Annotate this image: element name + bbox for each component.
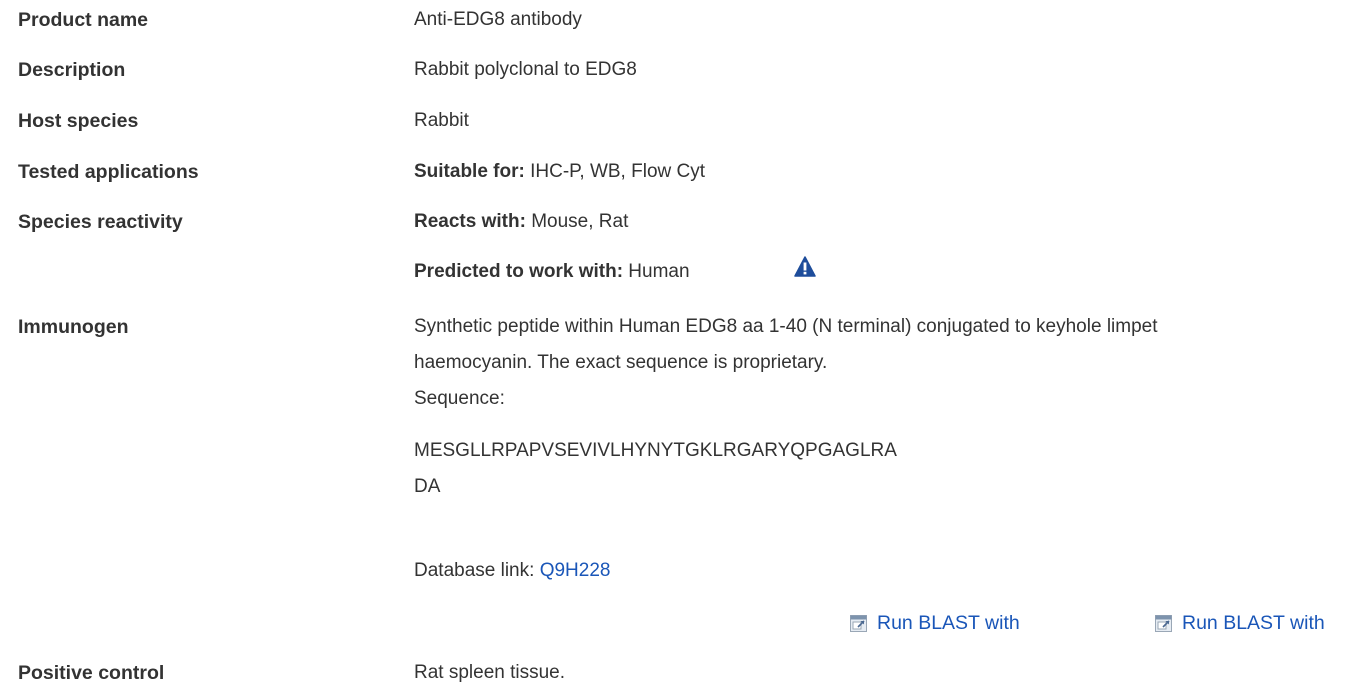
reacts-with-value: Reacts with: Mouse, Rat [414,211,628,233]
external-link-icon [850,614,867,632]
tested-applications-value: Suitable for: IHC-P, WB, Flow Cyt [414,161,705,183]
reacts-with-prefix: Reacts with: [414,211,526,232]
predicted-prefix: Predicted to work with: [414,261,624,282]
host-species-label: Host species [18,110,139,132]
tested-applications-label: Tested applications [18,161,199,183]
product-name-label: Product name [18,9,149,31]
species-reactivity-label: Species reactivity [18,211,183,233]
database-link-q9h228[interactable]: Q9H228 [540,560,611,581]
predicted-list: Human [623,261,690,282]
product-name-value: Anti-EDG8 antibody [414,9,582,30]
run-blast-label-2: Run BLAST with [1182,611,1325,634]
positive-control-value: Rat spleen tissue. [414,662,566,683]
run-blast-button-1[interactable]: Run BLAST with [850,610,1020,636]
reacts-with-list: Mouse, Rat [525,211,629,232]
immunogen-line-2: haemocyanin. The exact sequence is propr… [414,352,828,373]
immunogen-line-1: Synthetic peptide within Human EDG8 aa 1… [414,316,1158,337]
immunogen-label: Immunogen [18,316,129,338]
database-link-line: Database link: Q9H228 [414,560,610,582]
positive-control-label: Positive control [18,662,165,684]
host-species-value: Rabbit [414,110,469,131]
warning-triangle-icon[interactable] [794,256,816,278]
database-link-prefix: Database link: [414,560,540,581]
run-blast-button-2[interactable]: Run BLAST with [1155,610,1325,636]
description-label: Description [18,59,126,81]
suitable-for-list: IHC-P, WB, Flow Cyt [524,161,706,182]
description-value: Rabbit polyclonal to EDG8 [414,59,637,80]
immunogen-line-3: Sequence: [414,388,505,409]
sequence-line-1: MESGLLRPAPVSEVIVLHYNYTGKLRGARYQPGAGLRA [414,440,897,461]
sequence-line-2: DA [414,476,441,497]
suitable-for-prefix: Suitable for: [414,161,525,182]
run-blast-label-1: Run BLAST with [877,611,1020,634]
predicted-to-work-value: Predicted to work with: Human [414,261,690,283]
external-link-icon [1155,614,1172,632]
